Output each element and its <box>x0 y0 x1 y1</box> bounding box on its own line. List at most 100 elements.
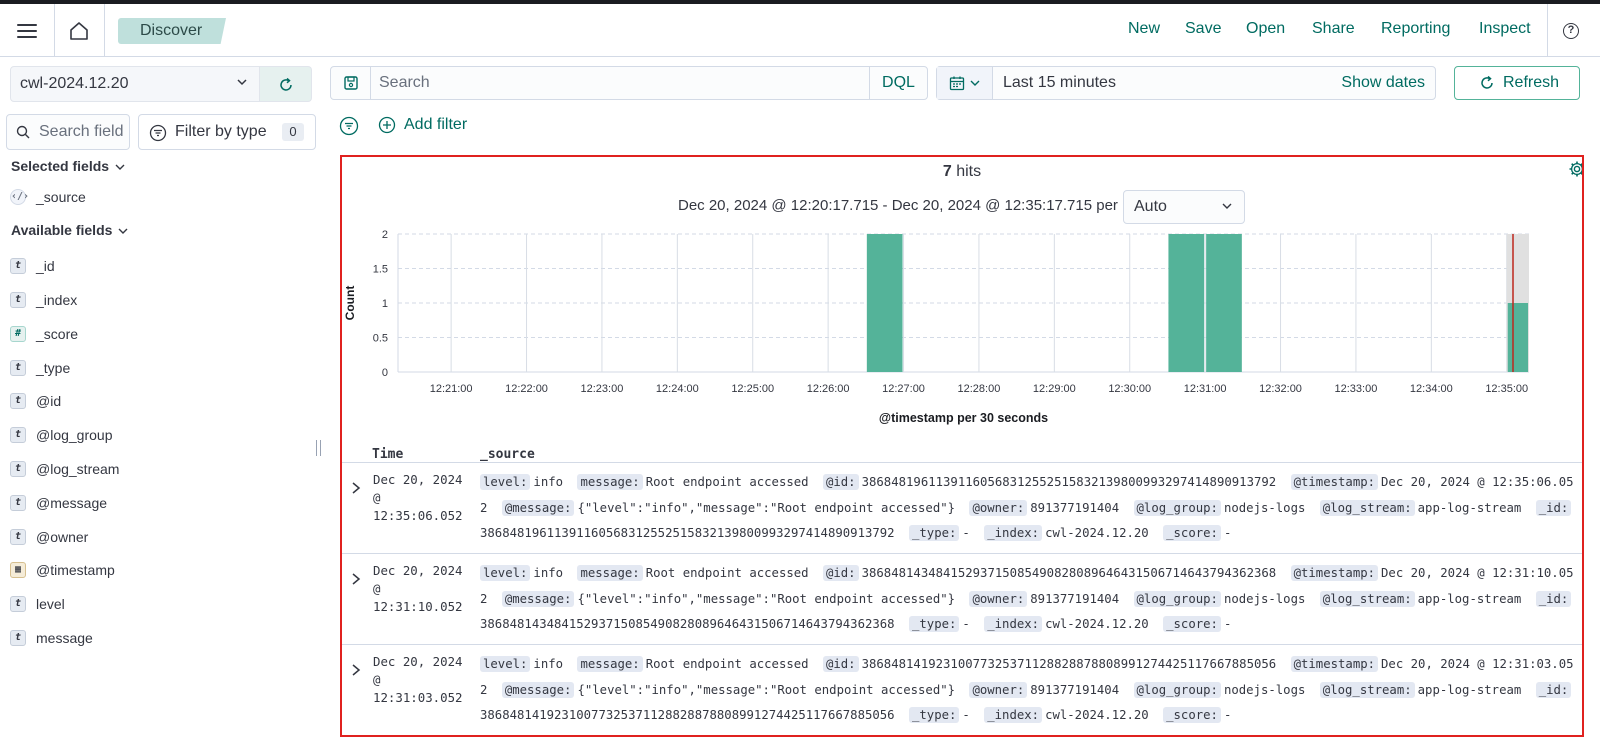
field-key: @owner: <box>969 590 1028 607</box>
field-search-input[interactable] <box>39 115 129 149</box>
x-tick-label: 12:31:00 <box>1184 383 1227 395</box>
row-time-line: Dec 20, 2024 <box>373 472 463 487</box>
field-name: _score <box>36 326 79 342</box>
field-value: - <box>1223 708 1232 722</box>
field-value: 3868481961139116056831255251583213980099… <box>480 526 895 540</box>
table-row[interactable]: Dec 20, 2024 @12:31:10.052 level: info mess… <box>342 553 1582 644</box>
selected-fields-title: Selected fields <box>11 158 110 174</box>
sidebar-resize-handle[interactable] <box>316 440 321 456</box>
field-item-type[interactable]: t _type <box>10 356 310 380</box>
menu-share[interactable]: Share <box>1312 20 1355 38</box>
y-tick-label: 1 <box>382 298 388 310</box>
field-value: 891377191404 <box>1030 682 1120 697</box>
saved-query-button[interactable] <box>331 67 371 99</box>
column-header-source[interactable]: _source <box>480 447 535 462</box>
field-value: nodejs-logs <box>1223 591 1306 606</box>
x-tick-label: 12:33:00 <box>1335 383 1378 395</box>
field-item-at-message[interactable]: t @message <box>10 491 310 515</box>
field-item-index[interactable]: t _index <box>10 288 310 312</box>
field-key: message: <box>577 565 643 581</box>
date-picker: Last 15 minutes Show dates <box>936 66 1436 100</box>
field-value: info <box>533 475 564 489</box>
calendar-icon <box>949 76 965 91</box>
string-field-icon: t <box>10 393 26 409</box>
string-field-icon: t <box>10 461 26 477</box>
field-item-owner[interactable]: t @owner <box>10 525 310 549</box>
time-range-label[interactable]: Last 15 minutes <box>1003 67 1116 99</box>
field-key: level: <box>480 474 531 490</box>
filter-count-badge: 0 <box>282 123 304 141</box>
row-time-line: Dec 20, 2024 <box>373 563 463 578</box>
breadcrumb-discover[interactable]: Discover <box>118 18 226 44</box>
field-value: {"level":"info","message":"Root endpoint… <box>577 682 956 697</box>
histogram-bar <box>1168 234 1205 372</box>
field-item-message[interactable]: t message <box>10 626 310 650</box>
field-value: info <box>533 566 564 580</box>
field-item-log-stream[interactable]: t @log_stream <box>10 457 310 481</box>
field-key: @log_group: <box>1133 681 1221 698</box>
quick-select-button[interactable] <box>937 67 993 99</box>
field-key: @log_stream: <box>1319 590 1415 607</box>
available-fields-toggle[interactable]: Available fields <box>11 222 128 238</box>
field-item-score[interactable]: # _score <box>10 322 310 346</box>
field-search-box <box>6 114 130 150</box>
expand-row-icon[interactable] <box>350 663 362 677</box>
row-time-line: 12:35:06.052 <box>373 507 463 523</box>
row-time: Dec 20, 2024 @12:31:10.052 <box>373 562 468 615</box>
menu-open[interactable]: Open <box>1246 20 1285 38</box>
column-header-time[interactable]: Time <box>372 447 403 462</box>
help-icon[interactable]: ? <box>1563 23 1579 39</box>
menu-reporting[interactable]: Reporting <box>1381 20 1450 38</box>
field-key: @timestamp: <box>1290 656 1379 672</box>
row-time: Dec 20, 2024 @12:31:03.052 <box>373 653 468 706</box>
field-item-log-group[interactable]: t @log_group <box>10 423 310 447</box>
field-item-level[interactable]: t level <box>10 592 310 616</box>
field-value: - <box>962 617 970 631</box>
x-tick-label: 12:25:00 <box>731 383 774 395</box>
interval-value: Auto <box>1134 198 1167 215</box>
filter-menu-icon[interactable] <box>339 116 359 136</box>
filter-by-type-button[interactable]: Filter by type 0 <box>138 114 316 150</box>
query-bar: DQL <box>330 66 928 100</box>
field-key: @id: <box>822 656 859 672</box>
field-key: @message: <box>501 681 575 698</box>
row-time-line: 12:31:03.052 <box>373 689 463 705</box>
field-name: @timestamp <box>36 562 115 578</box>
table-row[interactable]: Dec 20, 2024 @12:31:03.052 level: info mess… <box>342 644 1582 735</box>
field-name: @owner <box>36 529 89 545</box>
menu-toggle-icon[interactable] <box>17 24 37 38</box>
show-dates-button[interactable]: Show dates <box>1341 67 1425 99</box>
field-item-source[interactable]: ‹/› _source <box>10 185 310 209</box>
field-item-at-id[interactable]: t @id <box>10 389 310 413</box>
field-key: message: <box>577 474 643 490</box>
query-language-button[interactable]: DQL <box>869 67 927 99</box>
refresh-button[interactable]: Refresh <box>1454 66 1580 100</box>
query-input[interactable] <box>379 67 859 99</box>
string-field-icon: t <box>10 292 26 308</box>
index-refresh-button[interactable] <box>260 66 312 102</box>
field-value: 891377191404 <box>1030 591 1120 606</box>
menu-new[interactable]: New <box>1128 20 1160 38</box>
index-pattern-select[interactable]: cwl-2024.12.20 <box>10 66 260 102</box>
menu-save[interactable]: Save <box>1185 20 1221 38</box>
field-value: - <box>962 526 970 540</box>
string-field-icon: t <box>10 258 26 274</box>
field-key: _score: <box>1163 616 1221 632</box>
field-key: _type: <box>909 525 960 541</box>
field-item-timestamp[interactable]: ▦ @timestamp <box>10 558 310 582</box>
interval-select[interactable]: Auto <box>1123 190 1245 224</box>
menu-inspect[interactable]: Inspect <box>1479 20 1531 38</box>
field-key: level: <box>480 656 531 672</box>
x-tick-label: 12:30:00 <box>1108 383 1151 395</box>
field-key: @id: <box>822 565 859 581</box>
selected-fields-toggle[interactable]: Selected fields <box>11 158 125 174</box>
table-row[interactable]: Dec 20, 2024 @12:35:06.052 level: info mess… <box>342 462 1582 553</box>
field-value: cwl-2024.12.20 <box>1045 708 1149 722</box>
field-item-id[interactable]: t _id <box>10 254 310 278</box>
field-key: @timestamp: <box>1290 474 1379 490</box>
home-icon[interactable] <box>68 20 90 42</box>
expand-row-icon[interactable] <box>350 481 362 495</box>
add-filter-button[interactable]: Add filter <box>378 114 467 136</box>
gear-icon[interactable] <box>1568 160 1584 178</box>
expand-row-icon[interactable] <box>350 572 362 586</box>
